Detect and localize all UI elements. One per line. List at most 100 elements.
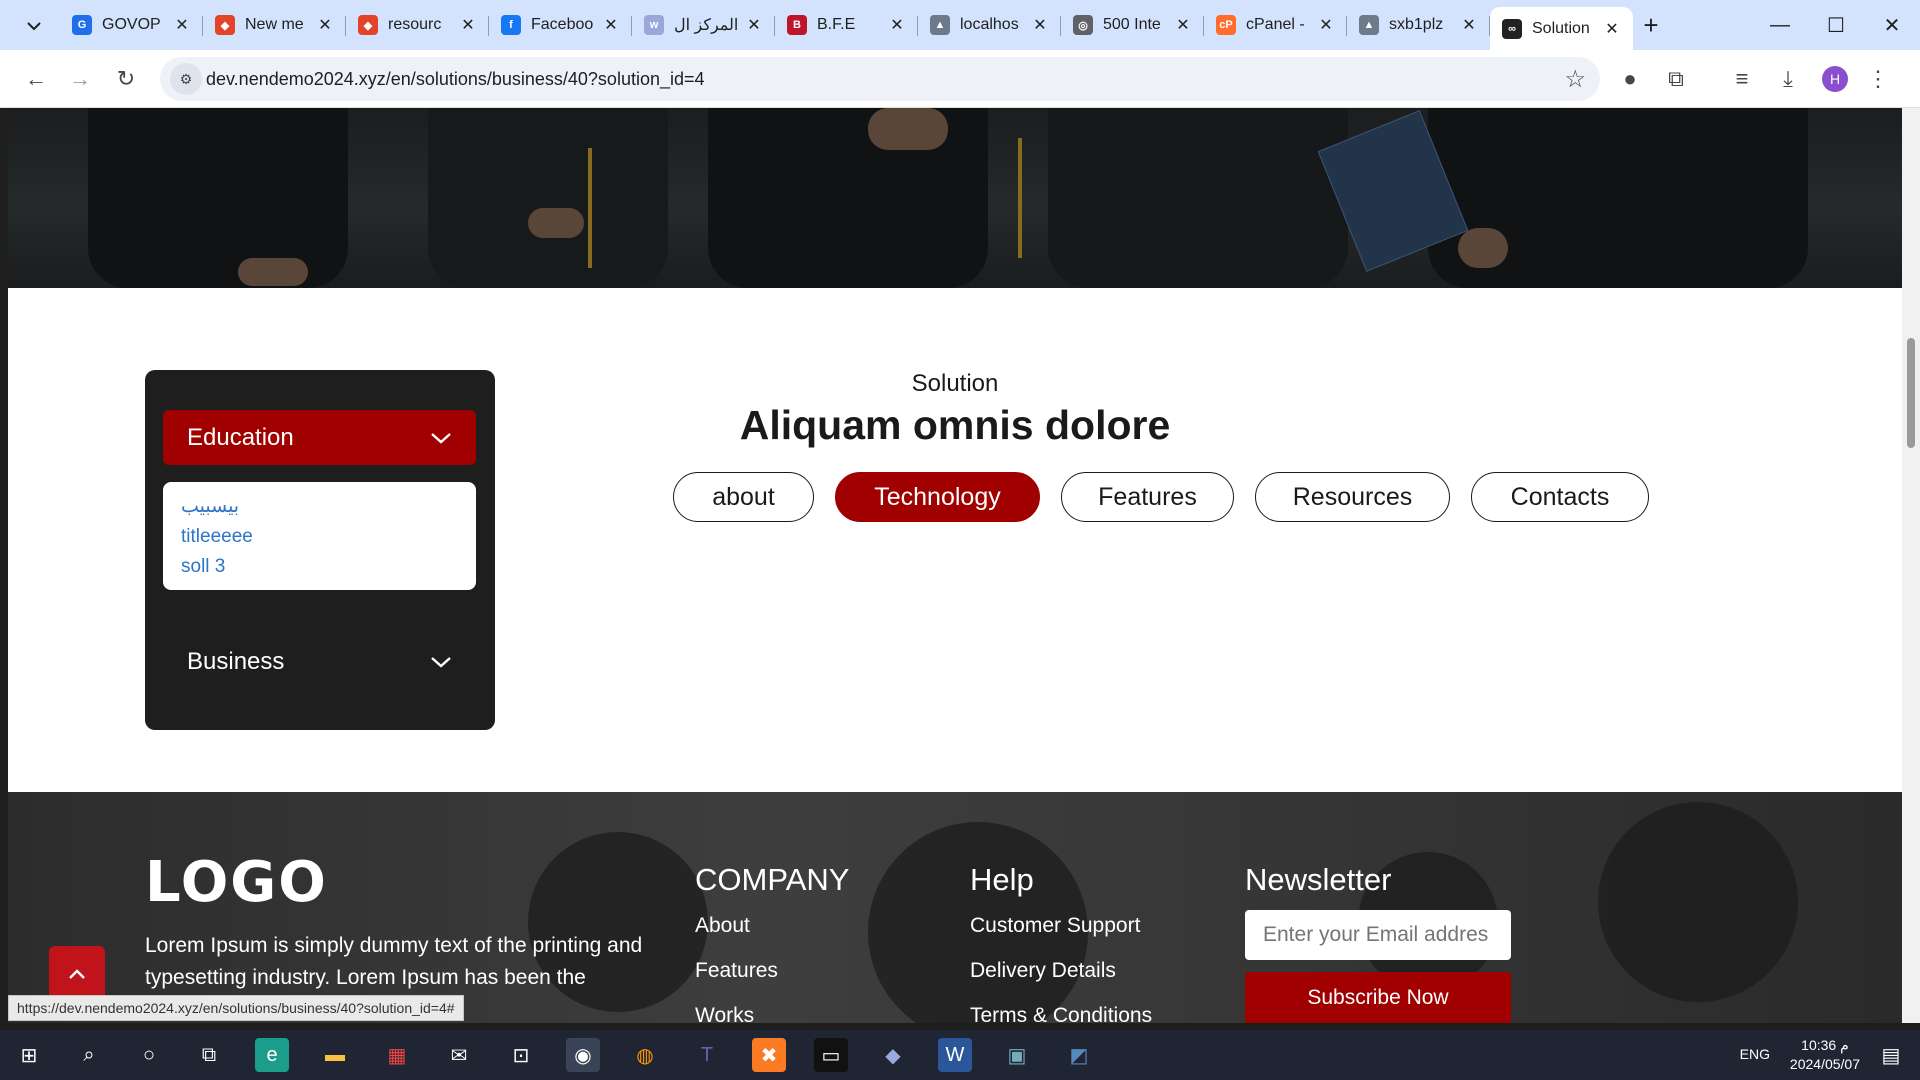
tab-close-icon[interactable]: ✕: [1317, 15, 1335, 35]
word-icon[interactable]: W: [938, 1038, 972, 1072]
tab-title: B.F.E: [817, 16, 856, 33]
solution-link[interactable]: titleeeee: [181, 522, 458, 552]
tab-close-icon[interactable]: ✕: [888, 15, 906, 35]
tab-favicon-icon: G: [72, 15, 92, 35]
browser-tab[interactable]: ▲ localhos ✕: [918, 7, 1061, 43]
browser-toolbar: ← → ↻ ⚙ dev.nendemo2024.xyz/en/solutions…: [0, 50, 1920, 108]
reload-icon[interactable]: ↻: [110, 63, 142, 95]
tab-close-icon[interactable]: ✕: [459, 15, 477, 35]
tab-favicon-icon: B: [787, 15, 807, 35]
tab-close-icon[interactable]: ✕: [173, 15, 191, 35]
teams-icon[interactable]: T: [690, 1038, 724, 1072]
footer-company-heading: COMPANY: [695, 862, 850, 897]
footer-newsletter-heading: Newsletter: [1245, 862, 1392, 897]
address-bar[interactable]: ⚙ dev.nendemo2024.xyz/en/solutions/busin…: [160, 57, 1600, 101]
media-control-icon[interactable]: ≡: [1726, 63, 1758, 95]
extensions-puzzle-icon[interactable]: ⧉: [1660, 63, 1692, 95]
app-icon[interactable]: ◩: [1062, 1038, 1096, 1072]
tab-title: المركز ال: [674, 17, 739, 34]
footer-link-delivery-details[interactable]: Delivery Details: [970, 959, 1152, 983]
forward-icon[interactable]: →: [64, 63, 96, 95]
notifications-icon[interactable]: ▤: [1874, 1038, 1908, 1072]
tab-search-button[interactable]: [16, 12, 52, 40]
maximize-button[interactable]: ☐: [1808, 0, 1864, 50]
browser-tab[interactable]: ∞ Solution ✕: [1490, 7, 1633, 50]
app-icon[interactable]: ▣: [1000, 1038, 1034, 1072]
browser-tab[interactable]: cP cPanel - ✕: [1204, 7, 1347, 43]
site-settings-icon[interactable]: ⚙: [170, 63, 202, 95]
accordion-education-panel: بيسبيب titleeeee soll 3: [163, 482, 476, 590]
tab-favicon-icon: w: [644, 15, 664, 35]
file-explorer-icon[interactable]: ▬: [318, 1038, 352, 1072]
page-title: Aliquam omnis dolore: [739, 402, 1171, 448]
tab-title: New me: [245, 16, 304, 33]
browser-tab[interactable]: B B.F.E ✕: [775, 7, 918, 43]
cortana-icon[interactable]: ○: [132, 1038, 166, 1072]
terminal-icon[interactable]: ▭: [814, 1038, 848, 1072]
task-view-icon[interactable]: ⧉: [192, 1038, 226, 1072]
tab-close-icon[interactable]: ✕: [1460, 15, 1478, 35]
search-icon[interactable]: ⌕: [72, 1038, 106, 1072]
scrollbar-thumb[interactable]: [1907, 338, 1915, 448]
taskbar-clock[interactable]: 10:36 م 2024/05/07: [1790, 1036, 1860, 1074]
chevron-down-icon: [27, 22, 41, 31]
browser-tab[interactable]: ▲ sxb1plz ✕: [1347, 7, 1490, 43]
minimize-button[interactable]: —: [1752, 0, 1808, 50]
back-icon[interactable]: ←: [20, 63, 52, 95]
extension-icon[interactable]: ●: [1614, 63, 1646, 95]
close-window-button[interactable]: ✕: [1864, 0, 1920, 50]
store-icon[interactable]: ⊡: [504, 1038, 538, 1072]
tab-close-icon[interactable]: ✕: [1174, 15, 1192, 35]
accordion-business[interactable]: Business: [163, 634, 476, 689]
browser-tab[interactable]: ◆ New me ✕: [203, 7, 346, 43]
tab-close-icon[interactable]: ✕: [1603, 19, 1621, 39]
edge-icon[interactable]: e: [255, 1038, 289, 1072]
footer-link-terms[interactable]: Terms & Conditions: [970, 1004, 1152, 1023]
scroll-to-top-button[interactable]: [49, 946, 105, 1002]
clock-time: 10:36 م: [1801, 1037, 1849, 1053]
tab-technology[interactable]: Technology: [835, 472, 1040, 522]
tab-close-icon[interactable]: ✕: [602, 15, 620, 35]
app-icon[interactable]: ▦: [380, 1038, 414, 1072]
browser-tab-strip: G GOVOP ✕ ◆ New me ✕ ◆ resourc ✕ f Faceboo ✕ w المركز…: [0, 0, 1920, 50]
footer-link-customer-support[interactable]: Customer Support: [970, 914, 1152, 938]
tab-features[interactable]: Features: [1061, 472, 1234, 522]
footer-link-works[interactable]: Works: [695, 1004, 849, 1023]
footer-link-features[interactable]: Features: [695, 959, 849, 983]
menu-kebab-icon[interactable]: ⋮: [1862, 63, 1894, 95]
tab-close-icon[interactable]: ✕: [1031, 15, 1049, 35]
mail-icon[interactable]: ✉: [442, 1038, 476, 1072]
tab-resources[interactable]: Resources: [1255, 472, 1450, 522]
bookmark-star-icon[interactable]: ☆: [1564, 65, 1586, 94]
tab-close-icon[interactable]: ✕: [316, 15, 334, 35]
solution-link[interactable]: soll 3: [181, 552, 458, 582]
newsletter-email-input[interactable]: [1245, 910, 1511, 960]
tab-about[interactable]: about: [673, 472, 814, 522]
footer-company-column: COMPANY About Features Works: [695, 862, 849, 1023]
input-language[interactable]: ENG: [1740, 1046, 1770, 1062]
footer-logo[interactable]: LOGO: [145, 850, 328, 915]
profile-avatar[interactable]: H: [1822, 66, 1848, 92]
address-url[interactable]: dev.nendemo2024.xyz/en/solutions/busines…: [206, 69, 705, 90]
solution-link[interactable]: بيسبيب: [181, 492, 458, 522]
page-scrollbar[interactable]: [1902, 108, 1920, 1023]
chrome-icon[interactable]: ◉: [566, 1038, 600, 1072]
browser-tab[interactable]: ◆ resourc ✕: [346, 7, 489, 43]
accordion-business-label: Business: [187, 647, 285, 675]
footer-link-about[interactable]: About: [695, 914, 849, 938]
browser-tab[interactable]: w المركز ال ✕: [632, 7, 775, 43]
firefox-icon[interactable]: ◍: [628, 1038, 662, 1072]
windows-start-icon[interactable]: ⊞: [12, 1038, 46, 1072]
app-icon[interactable]: ◆: [876, 1038, 910, 1072]
tab-title: sxb1plz: [1389, 16, 1444, 33]
tab-contacts[interactable]: Contacts: [1471, 472, 1649, 522]
browser-tab[interactable]: G GOVOP ✕: [60, 7, 203, 43]
window-controls: — ☐ ✕: [1752, 0, 1920, 50]
xampp-icon[interactable]: ✖: [752, 1038, 786, 1072]
downloads-icon[interactable]: ⤓: [1772, 63, 1804, 95]
subscribe-button[interactable]: Subscribe Now: [1245, 972, 1511, 1023]
new-tab-button[interactable]: +: [1633, 7, 1669, 43]
browser-tab[interactable]: ◎ 500 Inte ✕: [1061, 7, 1204, 43]
tab-close-icon[interactable]: ✕: [745, 15, 763, 35]
browser-tab[interactable]: f Faceboo ✕: [489, 7, 632, 43]
